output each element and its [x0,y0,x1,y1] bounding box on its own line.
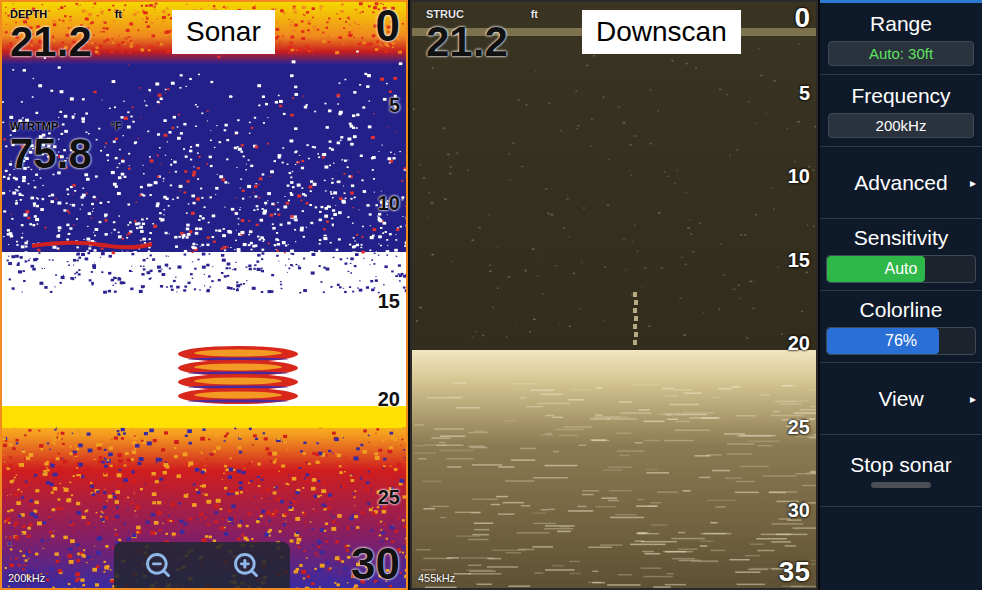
zoom-out-button[interactable] [138,545,178,585]
depth-scale-label: 25 [378,487,400,507]
depth-scale-label: 0 [794,4,810,32]
depth-scale-label: 0 [376,4,400,48]
depth-scale-label: 5 [799,83,810,103]
submenu-row: View ▸ [826,387,976,411]
frequency-label: 455kHz [418,572,455,584]
depth-scale-label: 30 [351,542,400,586]
menu-slider[interactable]: 76% [826,327,976,355]
menu-label: View [878,387,923,411]
slider-fill [827,328,939,354]
readout-header: DEPTH ft [10,8,122,20]
slider-value: 76% [885,332,917,350]
menu-item[interactable]: Stop sonar [820,435,982,507]
depth-scale-label: 10 [788,166,810,186]
downscan-panel[interactable]: STRUC ft21.2 Downscan 0 5 10 15 20 25 30 35 455kHz [410,0,818,590]
depth-scale-label: 15 [788,250,810,270]
frequency-label: 200kHz [8,572,45,584]
readouts: STRUC ft21.2 [426,8,538,64]
zoom-out-icon [144,551,172,579]
depth-scale-label: 5 [389,95,400,115]
readout-label: WTRTMP [10,120,58,132]
stop-indicator [871,482,931,488]
panel-title: Downscan [582,10,741,54]
zoom-in-button[interactable] [226,545,266,585]
menu-value[interactable]: 200kHz [828,113,974,138]
readout: WTRTMP °F75.8 [10,120,122,176]
readout-header: WTRTMP °F [10,120,122,132]
menu-item[interactable]: Sensitivity Auto [820,219,982,291]
submenu-arrow-icon: ▸ [970,176,976,190]
menu-value[interactable]: Auto: 30ft [828,41,974,66]
menu-item[interactable]: Frequency 200kHz [820,75,982,147]
depth-scale-label: 25 [788,417,810,437]
readout: STRUC ft21.2 [426,8,538,64]
zoom-in-icon [232,551,260,579]
sonar-menu: Range Auto: 30ft Frequency 200kHz Advanced ▸ S… [820,0,982,590]
readout-value: 75.8 [10,132,122,176]
menu-item[interactable]: Advanced ▸ [820,147,982,219]
readout-label: DEPTH [10,8,47,20]
depth-scale-label: 20 [788,333,810,353]
submenu-row: Advanced ▸ [826,171,976,195]
menu-item[interactable]: Range Auto: 30ft [820,3,982,75]
fishfinder-screen: DEPTHft21.2WTRTMP°F75.8Sonar051015202530… [0,0,982,590]
menu-label: Sensitivity [854,226,949,250]
slider-value: Auto [885,260,918,278]
panel-title: Sonar [172,10,275,54]
zoom-controls [114,542,290,588]
submenu-arrow-icon: ▸ [970,392,976,406]
readouts: DEPTH ft21.2 WTRTMP °F75.8 [10,8,122,176]
readout-value: 21.2 [10,20,122,64]
readout-header: STRUC ft [426,8,538,20]
depth-scale-label: 10 [378,193,400,213]
sonar-panel[interactable]: DEPTH ft21.2 WTRTMP °F75.8 Sonar 0 5 10 15 20 25 30… [0,0,408,590]
menu-slider[interactable]: Auto [826,255,976,283]
menu-label: Range [870,12,932,36]
depth-scale-label: 20 [378,389,400,409]
depth-scale-label: 30 [788,500,810,520]
readout-label: STRUC [426,8,464,20]
depth-scale-label: 15 [378,291,400,311]
menu-item[interactable]: Colorline 76% [820,291,982,363]
sonar-chart [2,2,406,588]
menu-item[interactable]: View ▸ [820,363,982,435]
readout-unit: ft [531,8,538,20]
readout: DEPTH ft21.2 [10,8,122,64]
downscan-chart [412,2,816,588]
depth-scale-label: 35 [779,558,810,586]
menu-label: Advanced [854,171,947,195]
menu-label: Colorline [860,298,943,322]
menu-label: Frequency [851,84,950,108]
readout-unit: ft [115,8,122,20]
menu-label: Stop sonar [850,453,952,477]
readout-value: 21.2 [426,20,538,64]
readout-unit: °F [111,120,122,132]
